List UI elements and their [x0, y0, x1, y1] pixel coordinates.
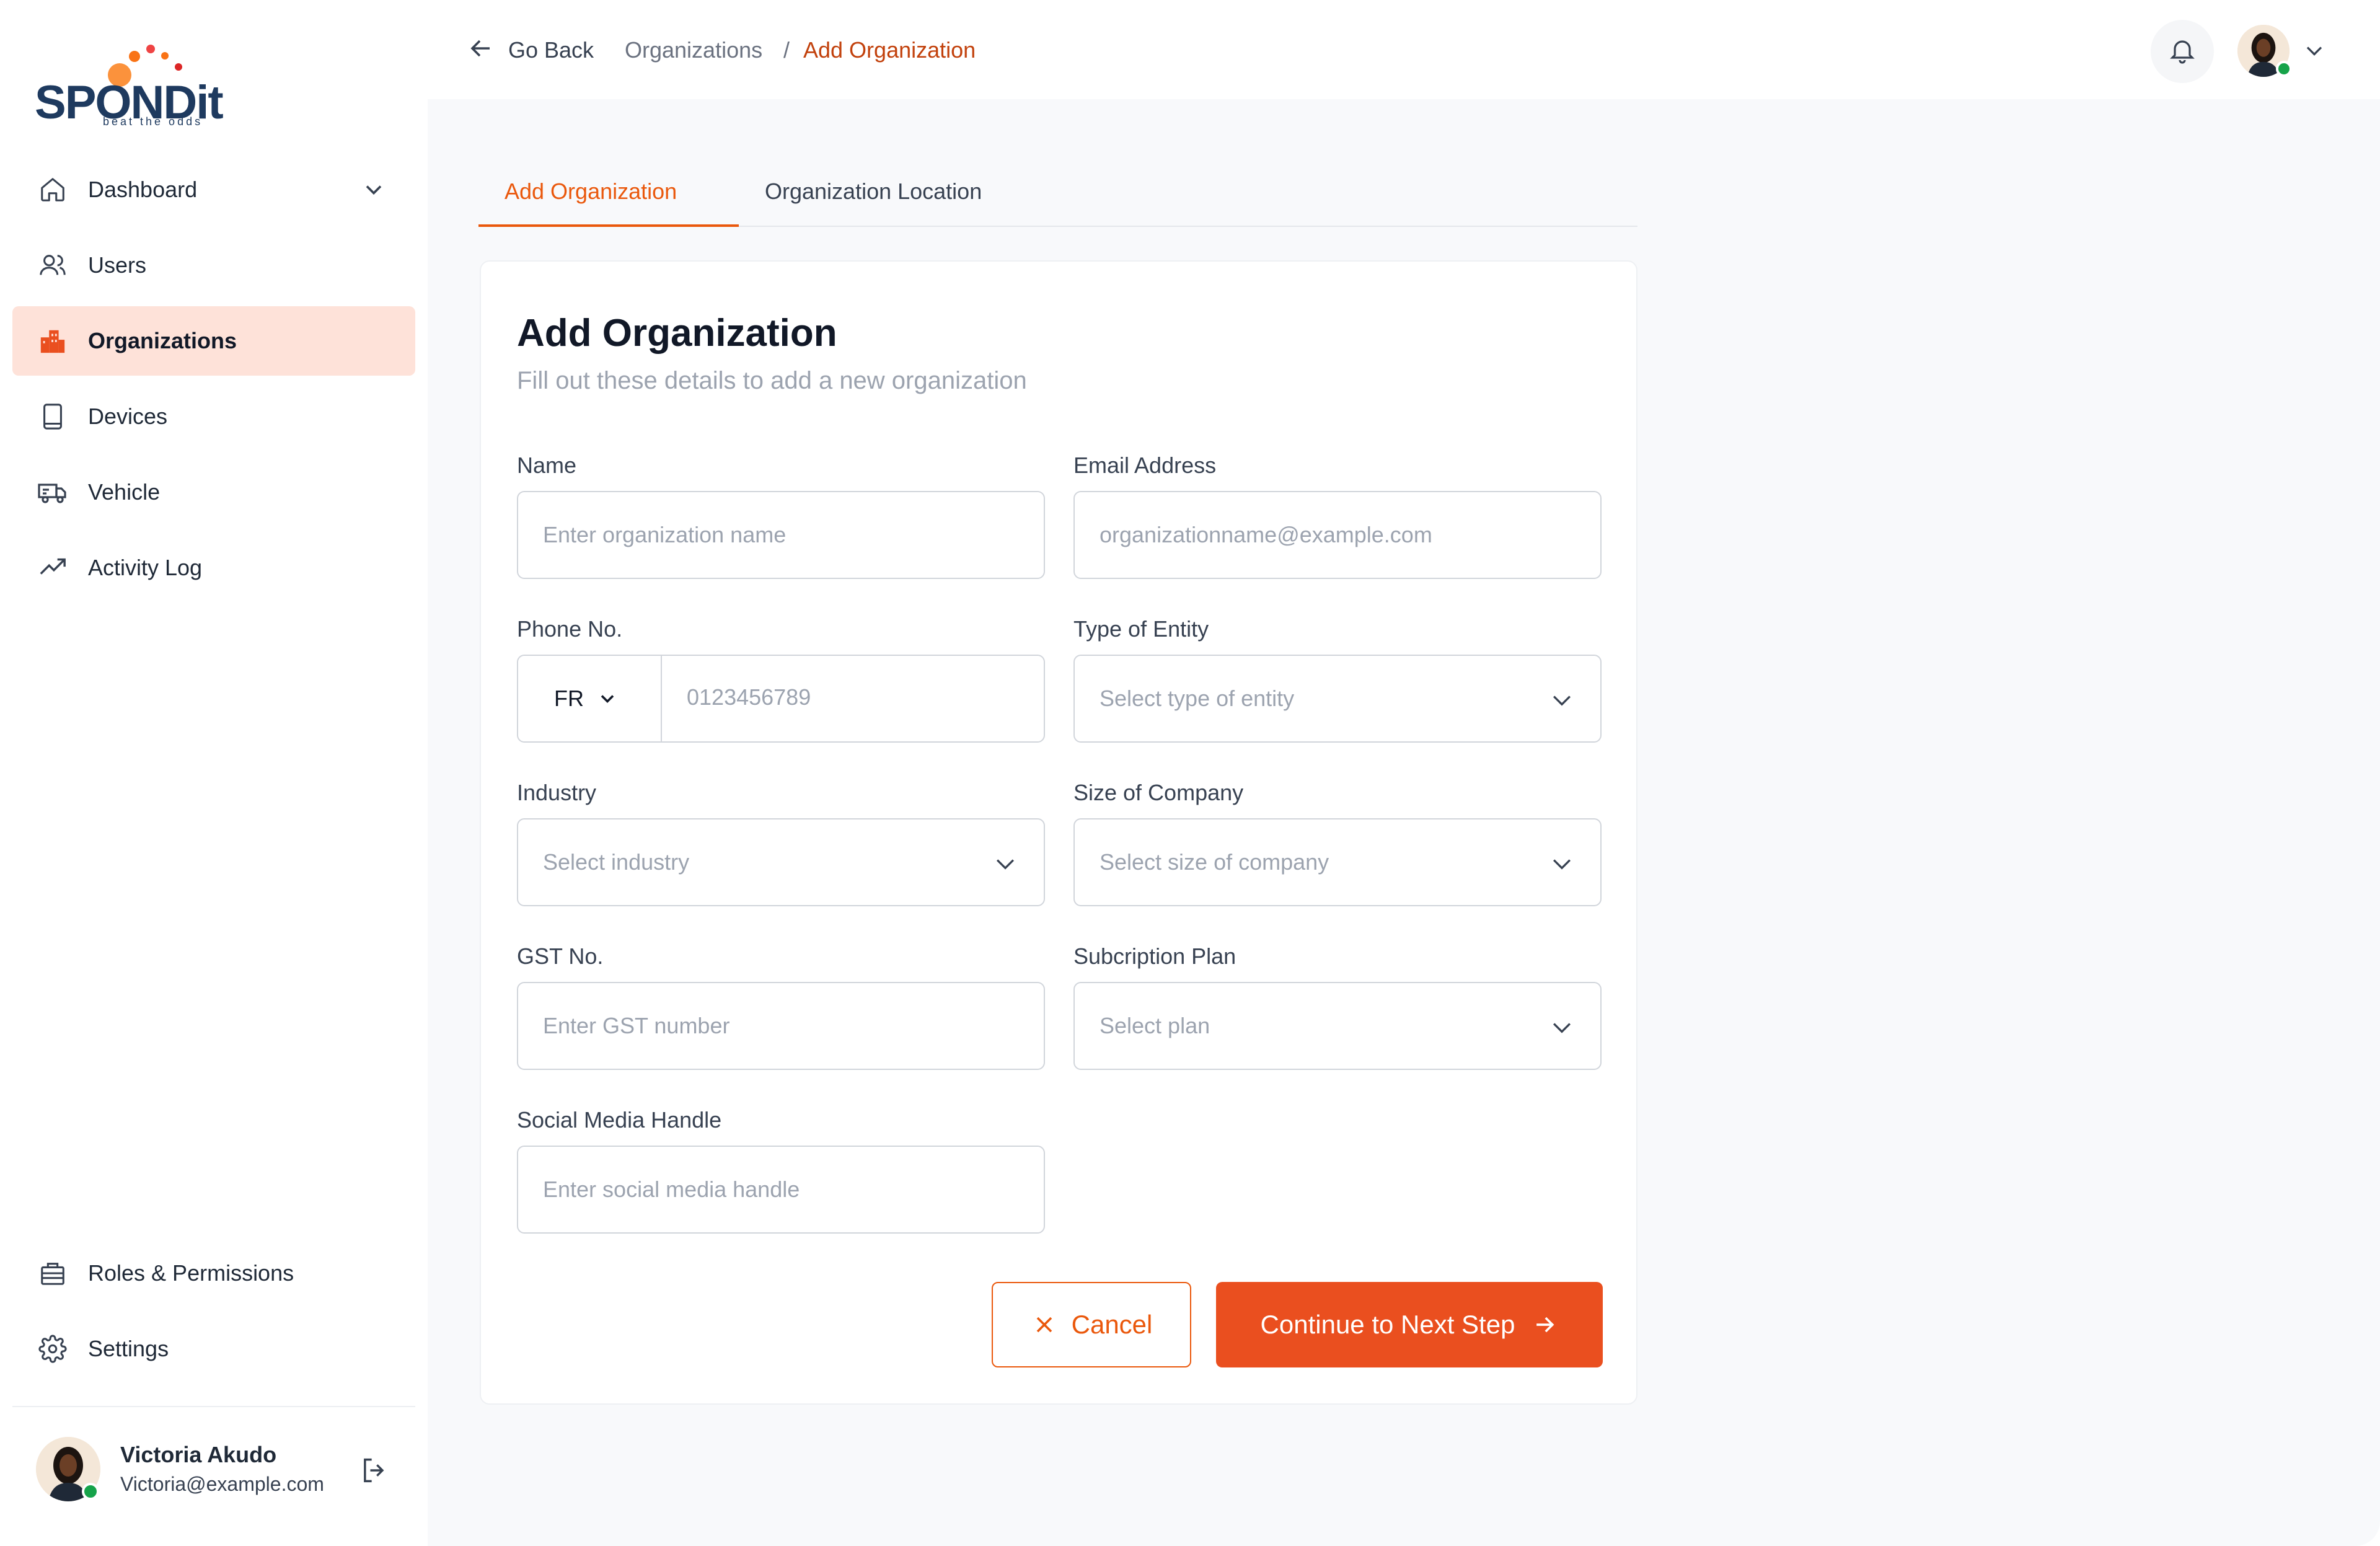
tab-label: Add Organization: [505, 179, 677, 204]
next-label: Continue to Next Step: [1260, 1310, 1515, 1339]
chevron-down-icon: [1548, 1014, 1576, 1041]
plan-placeholder: Select plan: [1100, 1013, 1210, 1038]
tab-organization-location[interactable]: Organization Location: [739, 167, 1024, 227]
sidebar-item-organizations[interactable]: Organizations: [12, 306, 415, 376]
home-icon: [37, 174, 68, 205]
brand-tagline: beat the odds: [103, 115, 203, 128]
gst-input[interactable]: Enter GST number: [517, 982, 1045, 1070]
country-code-value: FR: [554, 686, 584, 711]
user-name: Victoria Akudo: [120, 1442, 277, 1467]
company-size-select[interactable]: Select size of company: [1073, 818, 1602, 906]
sidebar-item-activity-log[interactable]: Activity Log: [12, 533, 415, 603]
sidebar-item-roles-permissions[interactable]: Roles & Permissions: [12, 1239, 415, 1308]
main-content: Add Organization Organization Location A…: [428, 99, 2380, 1546]
sidebar-item-label: Vehicle: [88, 479, 161, 505]
social-placeholder: Enter social media handle: [543, 1177, 800, 1202]
user-email: Victoria@example.com: [120, 1473, 324, 1495]
go-back-label: Go Back: [508, 37, 594, 63]
country-code-select[interactable]: FR: [518, 656, 662, 741]
social-label: Social Media Handle: [517, 1107, 722, 1133]
sidebar-item-label: Organizations: [88, 328, 237, 353]
building-icon: [37, 325, 68, 356]
form-title: Add Organization: [517, 312, 837, 355]
go-back-button[interactable]: Go Back: [466, 33, 594, 66]
top-bar: Go Back Organizations / Add Organization: [428, 0, 2380, 99]
gst-placeholder: Enter GST number: [543, 1013, 730, 1038]
sidebar-nav: Dashboard Users Organizations Devices Ve…: [12, 155, 415, 609]
industry-label: Industry: [517, 780, 597, 805]
gear-icon: [37, 1333, 68, 1364]
name-placeholder: Enter organization name: [543, 522, 787, 547]
industry-placeholder: Select industry: [543, 849, 690, 875]
breadcrumb-organizations[interactable]: Organizations: [625, 37, 762, 63]
social-media-input[interactable]: Enter social media handle: [517, 1146, 1045, 1234]
continue-next-step-button[interactable]: Continue to Next Step: [1216, 1282, 1603, 1367]
sidebar-item-label: Devices: [88, 404, 168, 429]
arrow-left-icon: [466, 33, 496, 66]
sidebar-item-dashboard[interactable]: Dashboard: [12, 155, 415, 224]
sidebar-item-label: Settings: [88, 1336, 169, 1361]
email-label: Email Address: [1073, 453, 1217, 478]
app-window: SPONDit beat the odds Dashboard Users Or…: [0, 0, 2380, 1546]
tab-label: Organization Location: [765, 179, 982, 204]
form-subtitle: Fill out these details to add a new orga…: [517, 367, 1027, 394]
briefcase-icon: [37, 1258, 68, 1289]
entity-placeholder: Select type of entity: [1100, 686, 1295, 711]
sidebar: SPONDit beat the odds Dashboard Users Or…: [0, 0, 428, 1546]
name-input[interactable]: Enter organization name: [517, 491, 1045, 579]
cancel-label: Cancel: [1071, 1310, 1153, 1339]
sidebar-item-users[interactable]: Users: [12, 231, 415, 300]
close-icon: [1031, 1311, 1058, 1338]
name-label: Name: [517, 453, 577, 478]
user-profile-card: Victoria Akudo Victoria@example.com: [36, 1437, 408, 1505]
gst-label: GST No.: [517, 943, 604, 969]
chevron-down-icon: [1548, 686, 1576, 713]
plan-label: Subcription Plan: [1073, 943, 1236, 969]
bell-icon: [2167, 35, 2197, 68]
add-organization-form: Add Organization Fill out these details …: [480, 260, 1637, 1405]
phone-label: Phone No.: [517, 616, 623, 642]
sidebar-item-label: Activity Log: [88, 555, 203, 580]
chevron-down-icon: [1548, 850, 1576, 877]
tab-bar: Add Organization Organization Location: [478, 167, 1637, 227]
brand-logo[interactable]: SPONDit beat the odds: [35, 45, 224, 131]
phone-field: FR 0123456789: [517, 655, 1045, 743]
subscription-plan-select[interactable]: Select plan: [1073, 982, 1602, 1070]
online-status-dot: [2276, 61, 2292, 77]
chevron-down-icon: [596, 687, 619, 710]
breadcrumb-current: Add Organization: [803, 37, 976, 63]
sidebar-item-label: Roles & Permissions: [88, 1260, 294, 1286]
truck-icon: [37, 477, 68, 508]
sidebar-item-label: Dashboard: [88, 177, 198, 202]
sidebar-item-vehicle[interactable]: Vehicle: [12, 457, 415, 527]
online-status-dot: [82, 1483, 99, 1500]
trending-up-icon: [37, 552, 68, 583]
size-placeholder: Select size of company: [1100, 849, 1329, 875]
chevron-down-icon: [992, 850, 1019, 877]
cancel-button[interactable]: Cancel: [992, 1282, 1191, 1367]
size-label: Size of Company: [1073, 780, 1244, 805]
users-icon: [37, 250, 68, 281]
sidebar-item-label: Users: [88, 252, 147, 278]
chevron-down-icon[interactable]: [360, 176, 387, 203]
sidebar-bottom-nav: Roles & Permissions Settings: [12, 1239, 415, 1390]
phone-input[interactable]: 0123456789: [687, 684, 811, 710]
sidebar-item-devices[interactable]: Devices: [12, 382, 415, 451]
tablet-icon: [37, 401, 68, 432]
breadcrumb-separator: /: [783, 37, 790, 63]
logout-icon[interactable]: [358, 1454, 390, 1486]
sidebar-divider: [12, 1406, 415, 1407]
entity-label: Type of Entity: [1073, 616, 1209, 642]
chevron-down-icon[interactable]: [2301, 37, 2328, 64]
email-placeholder: organizationname@example.com: [1100, 522, 1432, 547]
email-input[interactable]: organizationname@example.com: [1073, 491, 1602, 579]
industry-select[interactable]: Select industry: [517, 818, 1045, 906]
notifications-button[interactable]: [2151, 20, 2214, 83]
arrow-right-icon: [1531, 1311, 1558, 1338]
sidebar-item-settings[interactable]: Settings: [12, 1314, 415, 1384]
entity-select[interactable]: Select type of entity: [1073, 655, 1602, 743]
tab-add-organization[interactable]: Add Organization: [478, 167, 739, 227]
